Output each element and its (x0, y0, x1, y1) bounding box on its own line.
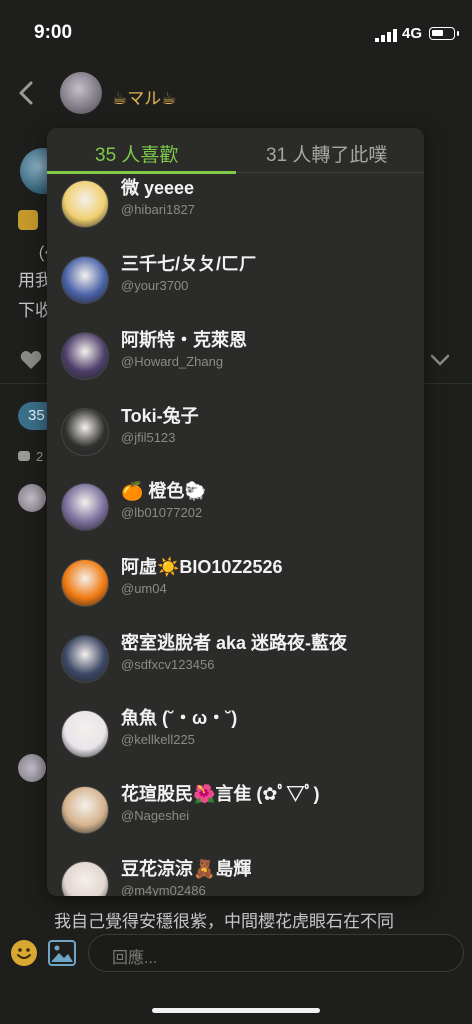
tab-likes[interactable]: 35 人喜歡 (95, 140, 178, 167)
user-handle: @hibari1827 (121, 202, 195, 217)
header-avatar[interactable] (60, 72, 102, 114)
reply-placeholder: 回應... (112, 950, 158, 967)
heart-icon[interactable] (20, 350, 42, 370)
list-item[interactable]: 魚魚 (˘・ω・˘) @kellkell225 (47, 704, 424, 780)
user-handle: @Howard_Zhang (121, 354, 224, 369)
smile-face-icon (17, 948, 31, 959)
user-name: 花瑄股民🌺言隹 (✿ﾟ▽ﾟ) (121, 784, 320, 804)
user-name: 🍊 橙色🐑 (121, 481, 207, 501)
image-upload-icon[interactable] (48, 940, 76, 966)
avatar[interactable] (61, 256, 109, 304)
list-item[interactable]: 阿虛☀️BIO10Z2526 @um04 (47, 553, 424, 629)
battery-icon (429, 27, 459, 40)
avatar[interactable] (61, 861, 109, 896)
signal-icon (375, 29, 397, 42)
network-label: 4G (402, 25, 423, 42)
avatar[interactable] (61, 635, 109, 683)
reply-preview-text: 我自己覺得安穩很紫，中間櫻花虎眼石在不同 (54, 912, 394, 931)
chevron-down-icon[interactable] (430, 354, 450, 366)
list-item[interactable]: 密室逃脫者 aka 迷路夜-藍夜 @sdfxcv123456 (47, 629, 424, 705)
back-arrow-icon[interactable] (16, 80, 38, 106)
avatar[interactable] (61, 408, 109, 456)
header-user-name[interactable]: ☕マル☕ (112, 84, 176, 109)
comment-count: 2 (36, 449, 44, 464)
avatar[interactable] (61, 332, 109, 380)
avatar[interactable] (61, 710, 109, 758)
list-item[interactable]: 阿斯特・克萊恩 @Howard_Zhang (47, 326, 424, 402)
user-name: 阿斯特・克萊恩 (121, 330, 247, 350)
avatar[interactable] (61, 483, 109, 531)
list-item[interactable]: 花瑄股民🌺言隹 (✿ﾟ▽ﾟ) @Nageshei (47, 780, 424, 856)
avatar[interactable] (61, 180, 109, 228)
list-item[interactable]: 🍊 橙色🐑 @lb01077202 (47, 477, 424, 553)
user-handle: @kellkell225 (121, 732, 195, 747)
user-name: 豆花涼涼🧸島輝 (121, 859, 252, 879)
trophy-icon (18, 210, 38, 230)
user-handle: @m4ym02486 (121, 883, 206, 896)
response-avatar-2[interactable] (18, 754, 46, 782)
user-name: 三千七/ㄆㄆ/ㄈㄏ (121, 254, 258, 274)
home-indicator[interactable] (152, 1008, 320, 1013)
user-handle: @jfil5123 (121, 430, 176, 445)
list-item[interactable]: 三千七/ㄆㄆ/ㄈㄏ @your3700 (47, 250, 424, 326)
user-handle: @lb01077202 (121, 505, 203, 520)
liked-users-list[interactable]: 微 yeeee @hibari1827 三千七/ㄆㄆ/ㄈㄏ @your3700 … (47, 174, 424, 896)
status-time: 9:00 (34, 22, 73, 43)
avatar[interactable] (61, 559, 109, 607)
tab-replurks[interactable]: 31 人轉了此噗 (266, 140, 387, 167)
user-name: 魚魚 (˘・ω・˘) (121, 708, 238, 728)
user-handle: @sdfxcv123456 (121, 657, 215, 672)
user-handle: @Nageshei (121, 808, 190, 823)
user-name: 微 yeeee (121, 178, 195, 198)
user-name: 阿虛☀️BIO10Z2526 (121, 557, 283, 577)
comment-icon (18, 451, 30, 461)
list-item[interactable]: Toki-兔子 @jfil5123 (47, 402, 424, 478)
response-avatar-1[interactable] (18, 484, 46, 512)
emoji-icon[interactable] (11, 940, 37, 966)
user-handle: @um04 (121, 581, 167, 596)
list-item[interactable]: 豆花涼涼🧸島輝 @m4ym02486 (47, 855, 424, 896)
tab-divider (236, 172, 424, 173)
avatar[interactable] (61, 786, 109, 834)
list-item[interactable]: 微 yeeee @hibari1827 (47, 174, 424, 250)
user-name: Toki-兔子 (121, 406, 199, 426)
user-name: 密室逃脫者 aka 迷路夜-藍夜 (121, 633, 348, 653)
user-handle: @your3700 (121, 278, 189, 293)
likes-popup: 35 人喜歡 31 人轉了此噗 微 yeeee @hibari1827 三千七/… (47, 128, 424, 896)
